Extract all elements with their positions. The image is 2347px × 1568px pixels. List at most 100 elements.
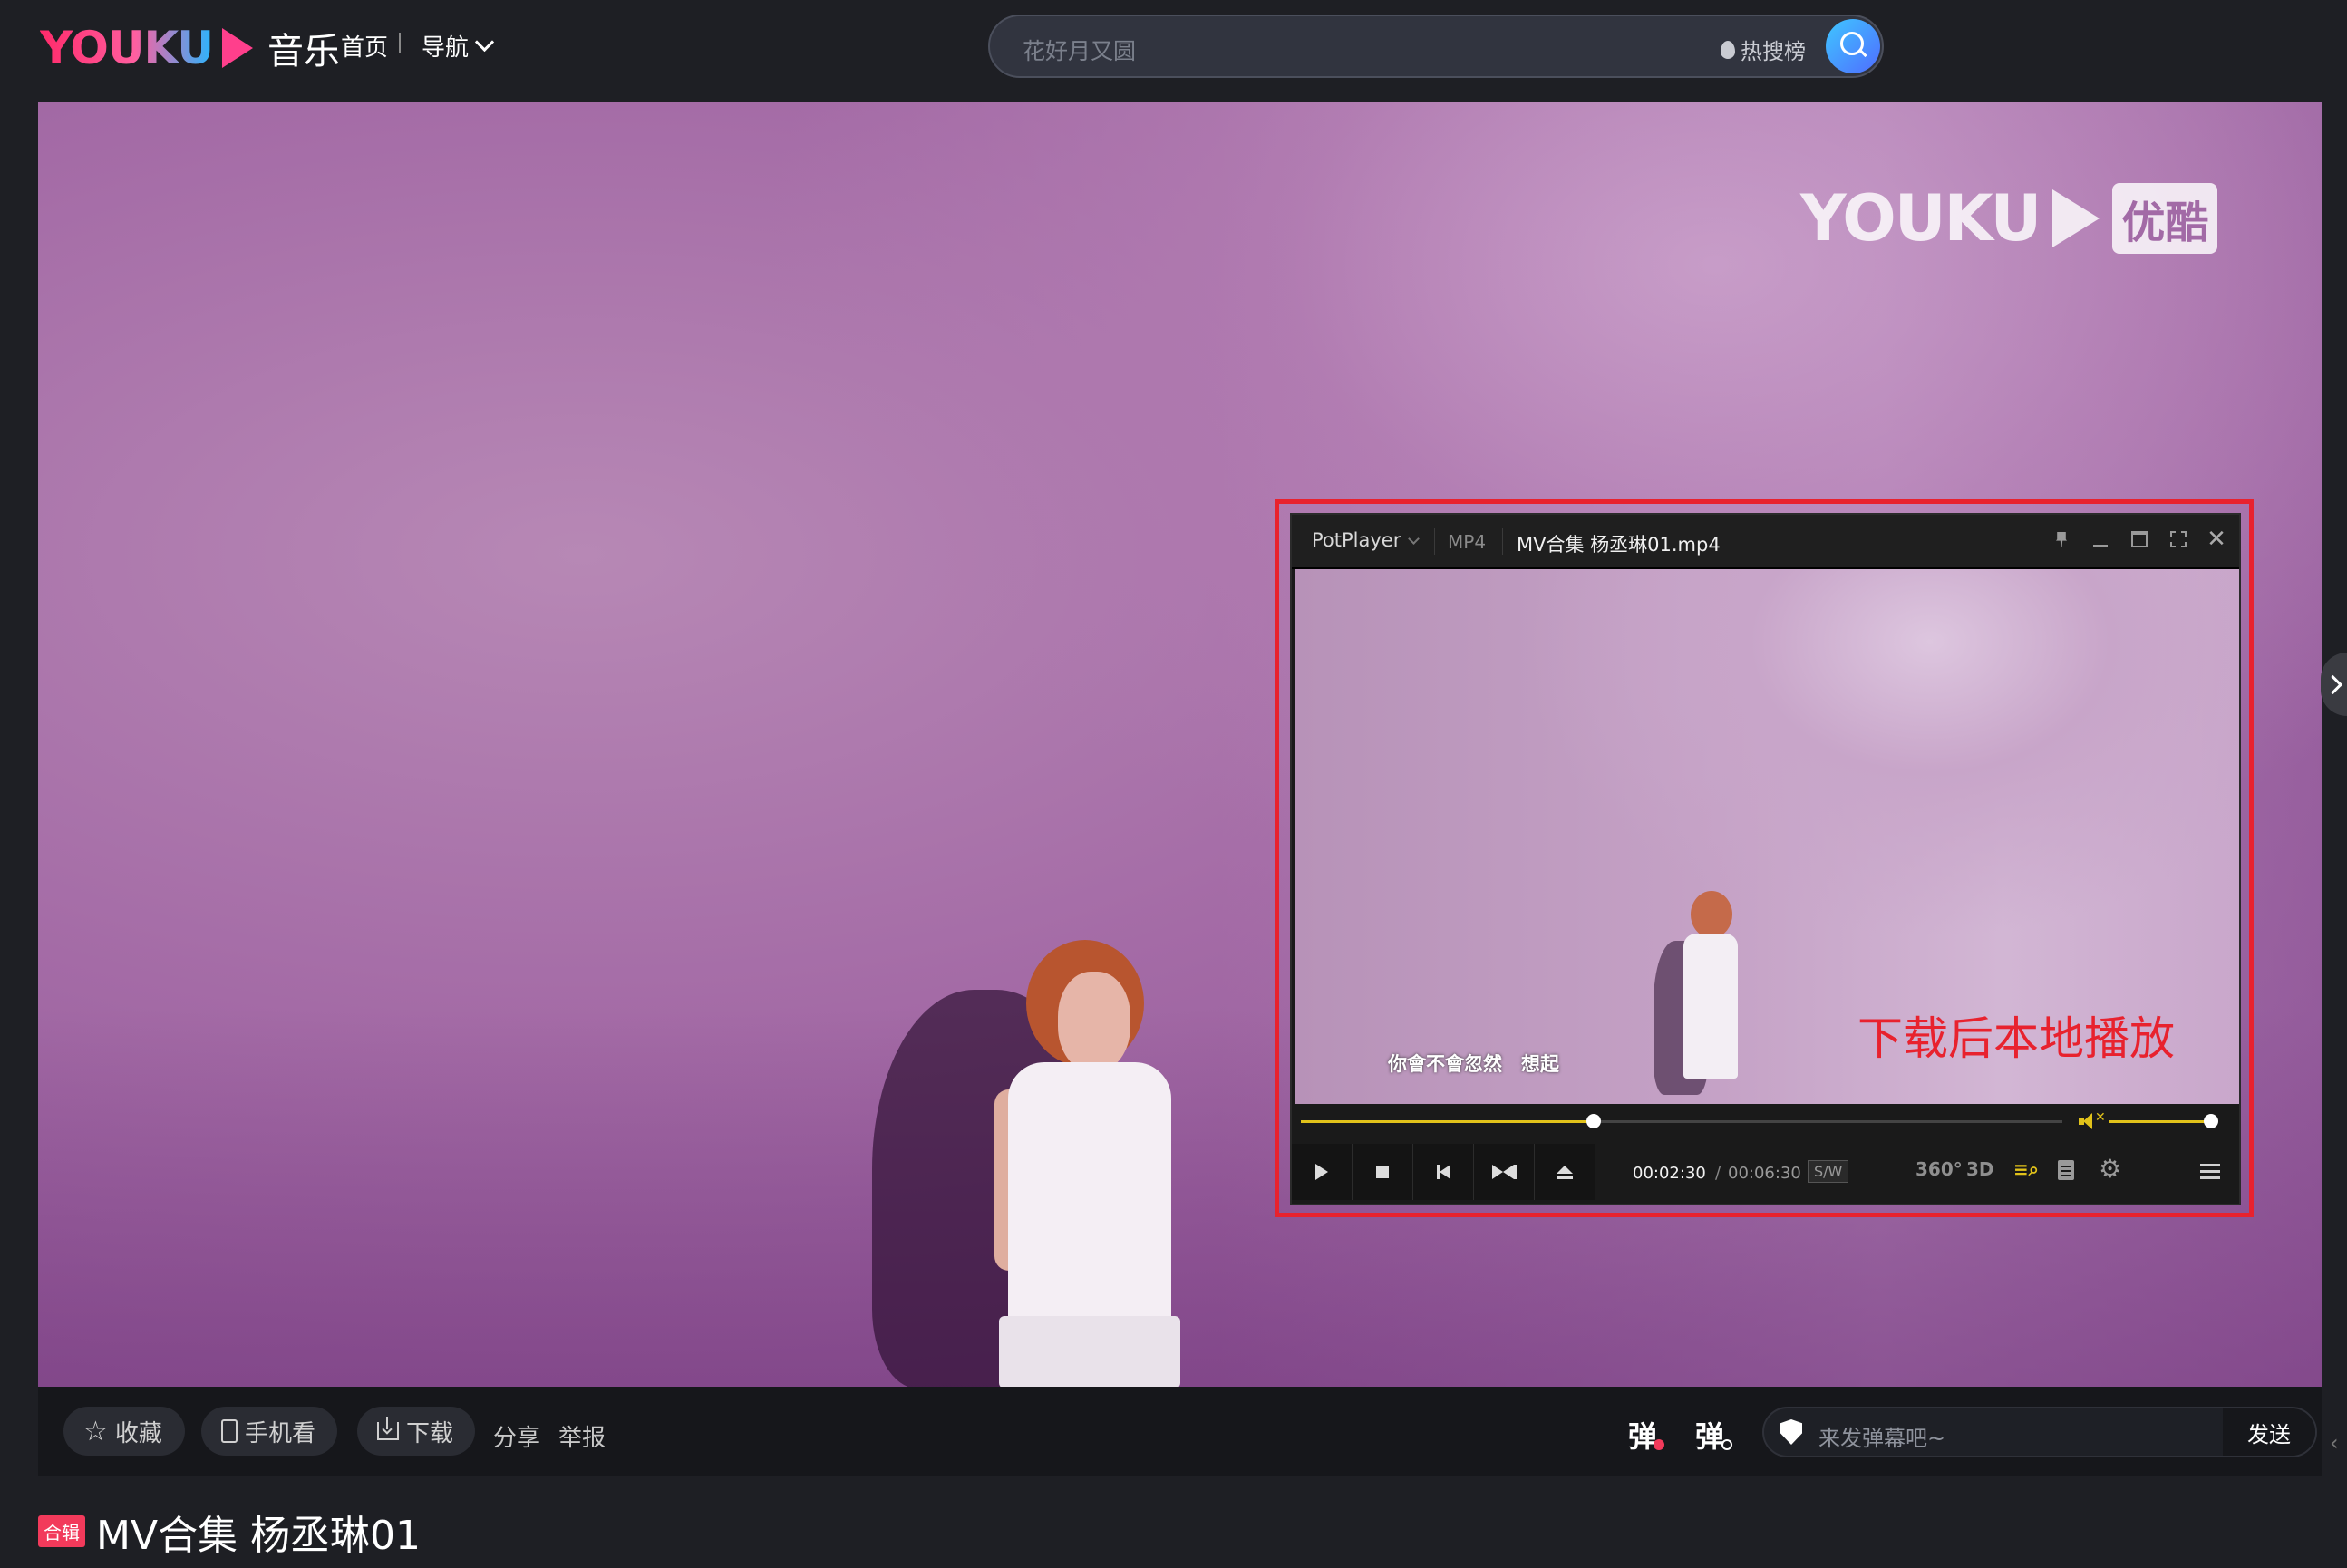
stop-button[interactable] [1353, 1144, 1413, 1200]
hot-search-link[interactable]: 热搜榜 [1721, 34, 1806, 65]
watermark-badge: 优酷 [2112, 183, 2218, 254]
potplayer-app-name: PotPlayer [1312, 529, 1401, 551]
volume-handle[interactable] [2204, 1114, 2218, 1128]
3d-mode-icon[interactable]: 3D [1966, 1158, 1994, 1180]
mini-singer-body [1683, 934, 1738, 1079]
search-bar: 花好月又圆 热搜榜 [988, 15, 1884, 78]
top-bar: YOUKU 音乐 首页 导航 花好月又圆 热搜榜 [0, 0, 2347, 100]
seek-progress [1301, 1120, 1595, 1123]
minimize-button[interactable] [2087, 526, 2114, 553]
flame-icon [1721, 40, 1735, 59]
video-title: MV合集 杨丞琳01 [96, 1513, 422, 1559]
stop-icon [1376, 1166, 1389, 1178]
subtitle-search-icon[interactable]: ≡⌕ [2013, 1158, 2039, 1180]
side-next-button[interactable] [2321, 653, 2347, 716]
chevron-down-icon [1408, 532, 1421, 545]
watermark-arrow-icon [2052, 189, 2100, 247]
search-button[interactable] [1826, 19, 1880, 73]
youku-watermark: YOUKU 优酷 [1800, 181, 2218, 256]
minimize-icon [2093, 544, 2108, 547]
potplayer-titlebar: PotPlayer MP4 MV合集 杨丞琳01.mp4 ✕ [1292, 515, 2239, 569]
mini-singer-hair [1691, 891, 1732, 938]
annotation-text: 下载后本地播放 [1857, 1012, 2175, 1065]
nav-guide-label: 导航 [422, 34, 470, 62]
file-name: MV合集 杨丞琳01.mp4 [1517, 534, 1721, 556]
logo-text: YOUKU [40, 22, 214, 74]
chevron-down-icon [474, 32, 495, 53]
sw-decoder-badge[interactable]: S/W [1808, 1160, 1849, 1183]
pin-icon [2056, 532, 2067, 547]
pin-button[interactable] [2048, 526, 2075, 553]
nav-divider [399, 33, 401, 53]
logo-arrow-icon [222, 28, 253, 68]
eject-button[interactable] [1535, 1144, 1595, 1200]
volume-icon[interactable] [2079, 1112, 2097, 1130]
potplayer-window[interactable]: PotPlayer MP4 MV合集 杨丞琳01.mp4 ✕ 你會不會忽然 想起… [1290, 513, 2241, 1205]
share-link[interactable]: 分享 [493, 1419, 540, 1453]
singer-top [1008, 1062, 1171, 1325]
action-bar: ☆ 收藏 手机看 下载 分享 举报 弹 弹 来发弹幕吧~ 发送 [38, 1387, 2322, 1476]
maximize-button[interactable] [2126, 526, 2153, 553]
logo-sub: 音乐 [267, 31, 340, 73]
search-input[interactable]: 花好月又圆 [1023, 34, 1136, 66]
danmaku-input[interactable]: 来发弹幕吧~ [1818, 1420, 1945, 1452]
mute-mark-icon: ✕ [2095, 1110, 2106, 1125]
close-button[interactable]: ✕ [2203, 526, 2230, 553]
next-icon [1491, 1165, 1517, 1179]
previous-icon [1436, 1165, 1450, 1179]
shield-icon [1780, 1419, 1802, 1445]
danmaku-settings-icon [1721, 1439, 1732, 1450]
volume-level [2109, 1120, 2211, 1123]
360-video-icon[interactable]: 360° [1915, 1158, 1963, 1180]
chevron-left-icon[interactable]: ‹ [2330, 1430, 2339, 1456]
star-icon: ☆ [83, 1415, 108, 1447]
download-button[interactable]: 下载 [357, 1407, 475, 1456]
current-time: 00:02:30 [1633, 1164, 1706, 1183]
title-divider [1502, 528, 1503, 555]
gear-icon[interactable]: ⚙ [2099, 1157, 2121, 1182]
download-label: 下载 [406, 1419, 454, 1447]
maximize-icon [2131, 531, 2148, 547]
danmaku-input-box: 来发弹幕吧~ 发送 [1762, 1407, 2317, 1457]
seek-bar[interactable] [1301, 1114, 2062, 1128]
download-icon [377, 1417, 399, 1440]
hot-search-label: 热搜榜 [1741, 39, 1806, 64]
singer-face [1058, 972, 1130, 1071]
danmaku-settings-button[interactable]: 弹 [1695, 1414, 1724, 1456]
file-format: MP4 [1448, 531, 1487, 553]
singer-shorts [999, 1316, 1180, 1387]
favorite-label: 收藏 [114, 1419, 162, 1447]
lyric-subtitle: 你會不會忽然 想起 [1388, 1052, 1559, 1075]
volume-slider[interactable] [2109, 1114, 2218, 1128]
report-link[interactable]: 举报 [558, 1419, 606, 1453]
mobile-watch-label: 手机看 [245, 1419, 316, 1447]
previous-button[interactable] [1413, 1144, 1474, 1200]
total-time: 00:06:30 [1728, 1164, 1801, 1183]
potplayer-menu[interactable]: PotPlayer [1312, 529, 1421, 551]
play-button[interactable] [1292, 1144, 1353, 1200]
nav-guide-dropdown[interactable]: 导航 [422, 29, 495, 63]
close-icon: ✕ [2206, 526, 2226, 553]
send-button[interactable]: 发送 [2223, 1408, 2315, 1456]
title-divider [1434, 528, 1435, 555]
time-separator: / [1715, 1164, 1721, 1183]
collection-tag: 合辑 [38, 1515, 85, 1547]
seek-handle[interactable] [1586, 1114, 1602, 1128]
playlist-icon[interactable] [2058, 1160, 2074, 1180]
fullscreen-icon [2170, 531, 2187, 547]
watermark-text: YOUKU [1800, 181, 2042, 256]
phone-icon [221, 1419, 238, 1443]
danmaku-toggle-button[interactable]: 弹 [1628, 1414, 1657, 1456]
menu-icon[interactable] [2200, 1164, 2220, 1166]
eject-icon [1557, 1165, 1573, 1179]
next-button[interactable] [1474, 1144, 1535, 1200]
control-row: 00:02:30 / 00:06:30 S/W 360° 3D ≡⌕ ⚙ [1292, 1140, 2239, 1204]
youku-music-logo[interactable]: YOUKU 音乐 [40, 16, 340, 80]
nav-home-link[interactable]: 首页 [341, 29, 388, 63]
play-icon [1315, 1164, 1328, 1180]
potplayer-video[interactable]: 你會不會忽然 想起 下载后本地播放 [1295, 569, 2239, 1104]
favorite-button[interactable]: ☆ 收藏 [63, 1407, 185, 1456]
danmaku-off-icon [1654, 1439, 1664, 1450]
fullscreen-button[interactable] [2165, 526, 2192, 553]
mobile-watch-button[interactable]: 手机看 [201, 1407, 337, 1456]
